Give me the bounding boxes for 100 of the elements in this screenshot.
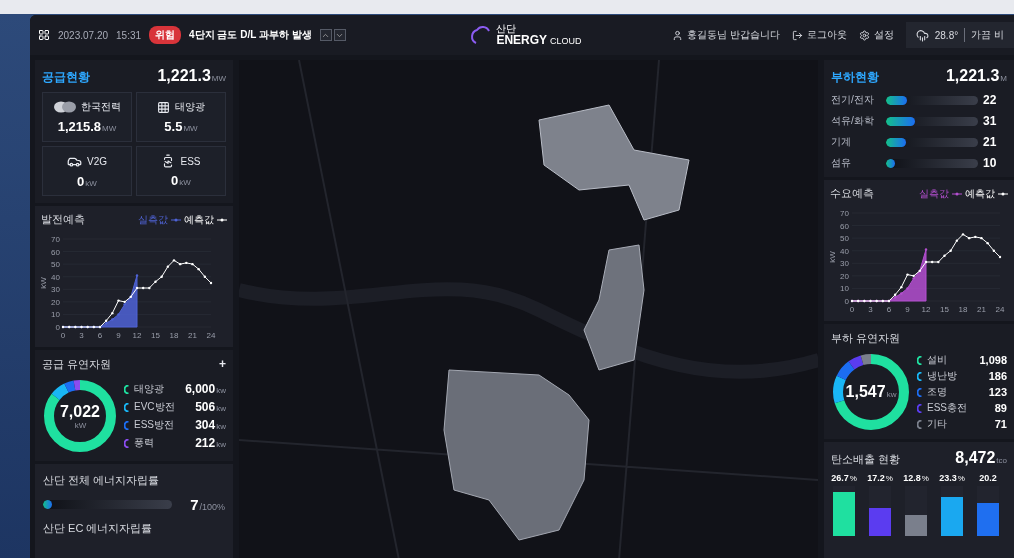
legend-label: 예측값 — [184, 213, 214, 227]
legend-value: 506kw — [195, 400, 226, 414]
time-text: 15:31 — [116, 29, 142, 41]
axis-tick-label: 0 — [60, 331, 66, 340]
legend-label: 태양광 — [134, 382, 165, 396]
legend-value: 1,098 — [979, 354, 1007, 366]
legend-label: 풍력 — [134, 436, 155, 450]
sector-label: 전기/전자 — [831, 93, 875, 107]
axis-tick-label: 70 — [51, 235, 60, 244]
axis-tick-label: 10 — [51, 310, 60, 320]
sector-label: 석유/화학 — [831, 114, 875, 128]
settings-icon — [858, 29, 870, 41]
axis-tick-label: 21 — [977, 305, 986, 314]
axis-tick-label: 24 — [995, 305, 1005, 314]
legend-label: 냉난방 — [927, 369, 958, 383]
legend-label: 조명 — [927, 385, 948, 399]
source-value: 5.5 MW — [164, 119, 198, 134]
axis-tick-label: 15 — [151, 331, 160, 340]
axis-tick-label: 30 — [840, 259, 849, 269]
card-title: 공급 유연자원 — [42, 357, 112, 372]
next-button[interactable] — [333, 29, 346, 41]
source-value: 0kW — [77, 173, 97, 189]
axis-tick-label: 15 — [940, 305, 949, 314]
legend-marker-icon — [952, 192, 962, 196]
legend-marker-icon — [171, 218, 181, 222]
rate-value: 7/100% — [190, 496, 225, 513]
legend-value: 123 — [988, 386, 1007, 398]
legend-label: 기타 — [927, 417, 948, 431]
weather-text: 가끔 비 — [964, 28, 1004, 42]
legend-value: 212kw — [195, 436, 226, 450]
axis-tick-label: 30 — [51, 285, 60, 295]
axis-tick-label: 50 — [840, 234, 849, 244]
legend-label: 실측값 — [138, 213, 168, 227]
user-icon — [671, 29, 683, 41]
card-title: 공급현황 — [42, 69, 90, 86]
settings-link[interactable]: 설정 — [858, 28, 894, 42]
cloud-rain-icon — [915, 28, 929, 42]
sector-value: 22 — [983, 93, 998, 107]
alert-badge: 위험 — [149, 26, 182, 44]
source-value: 0kW — [171, 173, 191, 188]
axis-tick-label: 20 — [51, 297, 60, 307]
axis-tick-label: 12 — [132, 331, 142, 340]
axis-tick-label: 50 — [51, 260, 60, 270]
alert-message: 4단지 금도 D/L 과부하 발생 — [189, 28, 312, 42]
logout-icon — [791, 29, 803, 41]
unit-label: kW — [74, 420, 87, 430]
chart-title: 발전예측 — [41, 212, 85, 227]
rate-label: 산단 전체 에너지자립률 — [43, 473, 161, 488]
total-value: 8,472tco — [955, 449, 1007, 467]
legend-value: 304kw — [195, 418, 226, 432]
axis-tick-label: 9 — [116, 331, 121, 340]
chart-title: 수요예측 — [830, 186, 874, 201]
source-label: 한국전력 — [80, 100, 121, 114]
total-value: 1,547 kw — [845, 383, 897, 401]
axis-tick-label: 60 — [840, 221, 849, 231]
bar-value: 26.7% — [831, 473, 857, 483]
axis-tick-label: 6 — [97, 331, 103, 340]
axis-tick-label: 24 — [206, 331, 216, 340]
axis-tick-label: 0 — [849, 305, 855, 314]
legend-value: 71 — [994, 418, 1007, 430]
axis-tick-label: 12 — [921, 305, 931, 314]
legend-marker-icon — [998, 192, 1008, 196]
rate-label: 산단 EC 에너지자립률 — [43, 521, 154, 536]
user-greeting: 홍길동님 반갑습니다 — [686, 28, 780, 42]
legend-label: 실측값 — [919, 187, 949, 201]
source-value: 1,215.8MW — [57, 119, 117, 134]
axis-label: kW — [830, 251, 837, 263]
sector-value: 10 — [983, 156, 998, 170]
menu-icon[interactable] — [38, 29, 50, 41]
date-text: 2023.07.20 — [58, 29, 109, 41]
axis-tick-label: 6 — [886, 305, 892, 314]
legend-value: 89 — [994, 402, 1007, 414]
logo-icon — [53, 101, 76, 113]
axis-tick-label: 0 — [844, 297, 849, 306]
legend-label: ESS방전 — [134, 418, 175, 432]
sector-label: 섬유 — [831, 156, 852, 170]
axis-tick-label: 60 — [51, 247, 60, 257]
axis-label: kW — [41, 277, 48, 289]
legend-label: EVC방전 — [134, 400, 176, 414]
legend-marker-icon — [217, 218, 227, 222]
axis-tick-label: 21 — [188, 331, 197, 340]
source-label: V2G — [87, 155, 107, 167]
source-label: 태양광 — [175, 100, 205, 114]
axis-tick-label: 3 — [868, 305, 873, 314]
legend-label: 예측값 — [965, 187, 995, 201]
logo-text: CLOUD — [550, 37, 582, 46]
axis-tick-label: 9 — [905, 305, 910, 314]
logo-text: ENERGY — [496, 34, 548, 46]
logout-link[interactable]: 로그아웃 — [791, 28, 847, 42]
cloud-logo-icon — [470, 25, 493, 45]
axis-tick-label: 0 — [55, 323, 60, 332]
add-button[interactable]: + — [219, 357, 226, 371]
card-title: 부하 유연자원 — [831, 331, 902, 346]
bar-value: 23.3% — [939, 473, 965, 483]
axis-tick-label: 18 — [169, 331, 179, 340]
axis-tick-label: 3 — [79, 331, 84, 340]
previous-button[interactable] — [319, 29, 332, 41]
axis-tick-label: 18 — [958, 305, 968, 314]
legend-label: ESS충전 — [927, 401, 968, 415]
total-value: 1,221.3MW — [157, 67, 226, 85]
